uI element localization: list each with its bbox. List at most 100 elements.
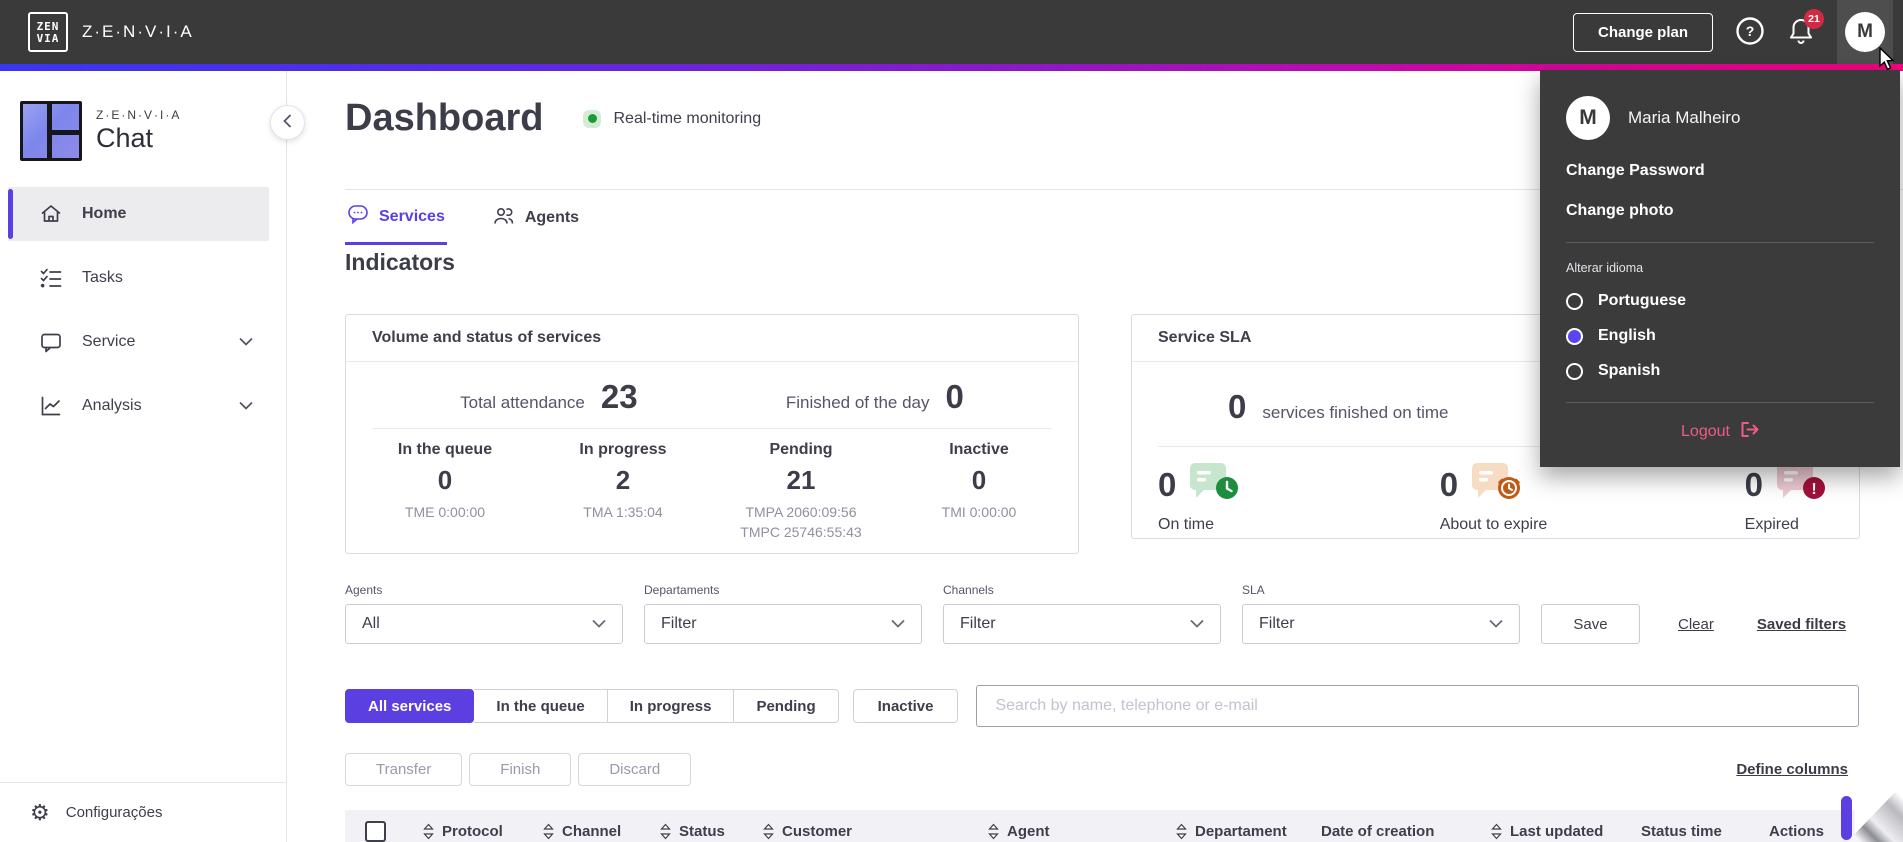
zenvia-logo-icon: ZEN VIA <box>28 12 68 52</box>
sidebar-item-home[interactable]: Home <box>8 187 269 241</box>
clear-filters-link[interactable]: Clear <box>1678 616 1714 633</box>
dashboard-tabs: Services Agents <box>345 197 581 245</box>
chat-logo: Z·E·N·V·I·A Chat <box>20 101 286 161</box>
chat-bubble-icon <box>38 329 64 355</box>
status-tab-in-the-queue[interactable]: In the queue <box>474 689 608 723</box>
search-input[interactable] <box>976 685 1859 727</box>
radio-unchecked-icon[interactable] <box>1566 292 1583 310</box>
departaments-filter-label: Departaments <box>644 583 720 597</box>
sort-icon[interactable] <box>1491 823 1502 840</box>
tab-label: Services <box>379 207 445 225</box>
sla-summary-label: services finished on time <box>1262 403 1449 422</box>
language-option-english[interactable]: English <box>1566 327 1874 345</box>
departaments-filter-select[interactable]: Filter <box>644 604 922 644</box>
volume-card-title: Volume and status of services <box>346 315 1078 362</box>
agents-people-icon <box>491 205 515 232</box>
sidebar-item-service[interactable]: Service <box>8 315 269 369</box>
select-all-checkbox[interactable] <box>365 820 386 842</box>
finish-button[interactable]: Finish <box>469 753 572 786</box>
services-toolbar: All services In the queue In progress Pe… <box>345 685 1859 727</box>
column-agent[interactable]: Agent <box>988 823 1176 840</box>
page-corner-fold[interactable] <box>1841 784 1903 842</box>
user-name: Maria Malheiro <box>1628 108 1741 127</box>
notifications-button[interactable]: 21 <box>1787 8 1824 49</box>
help-button[interactable]: ? <box>1735 16 1765 49</box>
status-filter-group: All services In the queue In progress Pe… <box>345 689 839 723</box>
sidebar-item-label: Tasks <box>82 269 123 286</box>
status-tab-in-progress[interactable]: In progress <box>607 689 735 723</box>
analysis-chart-icon <box>38 393 64 419</box>
radio-checked-icon[interactable] <box>1566 327 1583 345</box>
channels-filter-label: Channels <box>943 583 994 597</box>
indicators-heading: Indicators <box>345 249 455 275</box>
define-columns-link[interactable]: Define columns <box>1736 761 1848 778</box>
zenvia-brand: ZEN VIA Z·E·N·V·I·A <box>28 12 194 52</box>
column-date-of-creation[interactable]: Date of creation <box>1321 823 1491 840</box>
tab-agents[interactable]: Agents <box>489 197 581 245</box>
column-channel[interactable]: Channel <box>543 823 660 840</box>
channels-filter-select[interactable]: Filter <box>943 604 1221 644</box>
services-chat-icon <box>347 203 369 230</box>
save-filter-button[interactable]: Save <box>1541 604 1640 644</box>
column-protocol[interactable]: Protocol <box>423 823 543 840</box>
help-icon: ? <box>1735 16 1765 49</box>
sort-icon[interactable] <box>988 823 999 840</box>
chevron-left-icon <box>283 114 292 131</box>
stat-on-time: 0 On time <box>1158 461 1242 534</box>
services-table-header: Protocol Channel Status Customer Agent D… <box>345 810 1855 842</box>
tab-services[interactable]: Services <box>345 197 447 245</box>
status-tab-inactive[interactable]: Inactive <box>852 689 959 723</box>
status-tab-all-services[interactable]: All services <box>345 689 475 723</box>
sidebar-item-label: Analysis <box>82 397 142 414</box>
language-option-portuguese[interactable]: Portuguese <box>1566 292 1874 310</box>
realtime-status: Real-time monitoring <box>583 109 762 128</box>
sla-filter-label: SLA <box>1242 583 1265 597</box>
change-password-item[interactable]: Change Password <box>1566 162 1874 180</box>
sort-icon[interactable] <box>543 823 554 840</box>
user-avatar-button[interactable]: M <box>1837 0 1893 64</box>
change-photo-item[interactable]: Change photo <box>1566 202 1874 220</box>
filters-bar: Agents All Departaments Filter Channels … <box>345 583 1846 644</box>
sidebar-item-settings[interactable]: ⚙ Configurações <box>0 782 286 842</box>
chevron-down-icon <box>1190 615 1204 633</box>
expired-alert-icon: ! <box>1773 461 1829 508</box>
column-status[interactable]: Status <box>660 823 763 840</box>
column-departament[interactable]: Departament <box>1176 823 1321 840</box>
sidebar-item-label: Home <box>82 205 127 222</box>
svg-text:?: ? <box>1746 23 1755 39</box>
column-actions: Actions <box>1769 822 1825 840</box>
discard-button[interactable]: Discard <box>578 753 692 786</box>
sidebar-item-tasks[interactable]: Tasks <box>8 251 269 305</box>
page-title: Dashboard <box>345 97 544 139</box>
sort-icon[interactable] <box>1176 823 1187 840</box>
transfer-button[interactable]: Transfer <box>345 753 463 786</box>
collapse-sidebar-button[interactable] <box>270 105 305 140</box>
bulk-actions: Transfer Finish Discard <box>345 753 692 786</box>
chevron-down-icon <box>239 397 253 415</box>
sort-icon[interactable] <box>763 823 774 840</box>
agents-filter-select[interactable]: All <box>345 604 623 644</box>
column-customer[interactable]: Customer <box>763 823 988 840</box>
sort-icon[interactable] <box>660 823 671 840</box>
finished-of-day-label: Finished of the day <box>785 393 930 412</box>
menu-divider <box>1566 242 1874 243</box>
chevron-down-icon <box>1489 615 1503 633</box>
column-last-updated[interactable]: Last updated <box>1491 823 1641 840</box>
sort-icon[interactable] <box>423 823 434 840</box>
stat-in-progress: In progress 2 TMA 1:35:04 <box>579 441 667 520</box>
status-tab-pending[interactable]: Pending <box>734 689 839 723</box>
finished-of-day-value: 0 <box>945 378 964 415</box>
logout-button[interactable]: Logout <box>1566 421 1874 443</box>
stat-about-to-expire: 0 About to expire <box>1440 461 1547 534</box>
change-plan-button[interactable]: Change plan <box>1572 12 1713 52</box>
chevron-down-icon <box>891 615 905 633</box>
sidebar-item-analysis[interactable]: Analysis <box>8 379 269 433</box>
realtime-status-label: Real-time monitoring <box>613 109 762 127</box>
radio-unchecked-icon[interactable] <box>1566 362 1583 380</box>
language-option-spanish[interactable]: Spanish <box>1566 362 1874 380</box>
saved-filters-link[interactable]: Saved filters <box>1757 616 1846 633</box>
stat-expired: 0 ! Expired <box>1745 461 1829 534</box>
sla-filter-select[interactable]: Filter <box>1242 604 1520 644</box>
sidebar-item-label: Service <box>82 333 136 350</box>
column-status-time: Status time <box>1641 822 1722 840</box>
